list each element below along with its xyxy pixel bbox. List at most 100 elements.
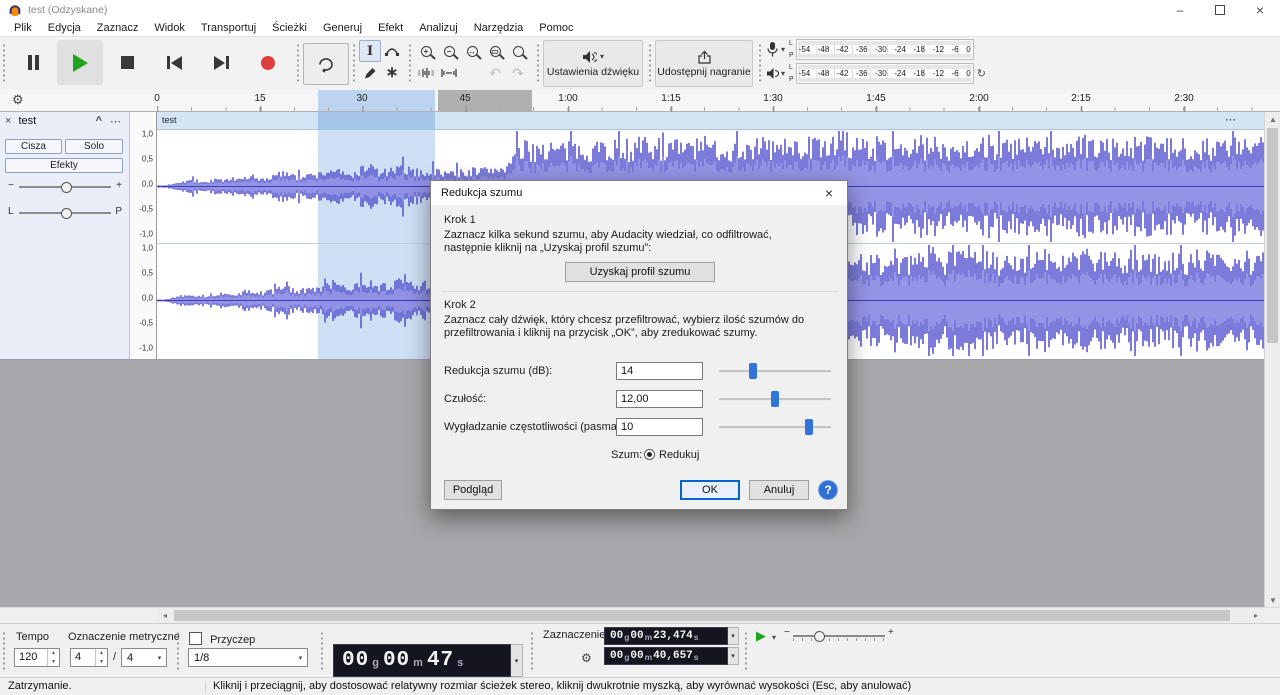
- skip-to-start-button[interactable]: [151, 40, 197, 85]
- selection-options-gear-icon[interactable]: ⚙: [581, 651, 592, 665]
- redo-button[interactable]: ↷: [507, 62, 529, 84]
- timeline-ruler[interactable]: ⚙ 0 15 30 45 1:00 1:15 1:30 1:45 2:00 2:…: [0, 90, 1280, 112]
- play-button[interactable]: [57, 40, 103, 85]
- chevron-down-icon[interactable]: ▾: [772, 633, 776, 642]
- playback-meter[interactable]: ▾ LP -54-48-42-36-30-24-18-12-60 ↻: [766, 63, 986, 84]
- sensitivity-input[interactable]: 12,00: [616, 390, 703, 408]
- tempo-input[interactable]: 120 ▲▼: [14, 648, 60, 667]
- tempo-spinner[interactable]: ▲▼: [47, 649, 59, 666]
- position-format-dropdown[interactable]: ▾: [511, 644, 523, 677]
- scroll-down-icon[interactable]: ▼: [1265, 593, 1280, 607]
- close-button[interactable]: ×: [1240, 0, 1280, 20]
- zoom-toggle-button[interactable]: [507, 40, 529, 62]
- dialog-close-button[interactable]: ×: [819, 183, 839, 203]
- edit-toolbar-grip[interactable]: [408, 43, 413, 83]
- menu-plik[interactable]: Plik: [6, 20, 40, 37]
- menu-transportuj[interactable]: Transportuj: [193, 20, 264, 37]
- menu-edycja[interactable]: Edycja: [40, 20, 89, 37]
- menu-zaznacz[interactable]: Zaznacz: [89, 20, 147, 37]
- reduce-radio-label[interactable]: Redukuj: [659, 449, 699, 461]
- selection-end-format-dropdown[interactable]: ▾: [728, 647, 739, 665]
- pause-button[interactable]: [10, 40, 56, 85]
- snap-checkbox[interactable]: [189, 632, 202, 645]
- reduce-radio[interactable]: [644, 449, 655, 460]
- zoom-out-button[interactable]: −: [438, 40, 460, 62]
- gain-slider-thumb[interactable]: [61, 182, 72, 193]
- skip-to-end-button[interactable]: [198, 40, 244, 85]
- vertical-scrollbar[interactable]: ▲ ▼: [1264, 112, 1280, 607]
- vertical-scale-ruler[interactable]: 1,0 0,5 0,0 -0,5 -1,0 1,0 0,5 0,0 -0,5 -…: [130, 112, 157, 360]
- play-at-speed-icon[interactable]: ▶: [756, 628, 766, 644]
- track-menu-icon[interactable]: ⋯: [110, 115, 121, 128]
- menu-generuj[interactable]: Generuj: [315, 20, 370, 37]
- selection-tool-button[interactable]: I: [359, 40, 381, 62]
- cancel-button[interactable]: Anuluj: [749, 480, 809, 500]
- sensitivity-slider[interactable]: [719, 390, 831, 408]
- audio-setup-button[interactable]: ▾ Ustawienia dźwięku: [543, 40, 643, 87]
- scroll-up-icon[interactable]: ▲: [1265, 112, 1280, 126]
- menu-efekt[interactable]: Efekt: [370, 20, 411, 37]
- time-signature-upper-spinner[interactable]: ▲▼: [95, 649, 107, 666]
- silence-audio-button[interactable]: [438, 62, 460, 84]
- noise-reduction-db-slider[interactable]: [719, 362, 831, 380]
- pan-slider[interactable]: L P: [0, 204, 130, 222]
- share-grip[interactable]: [648, 43, 653, 83]
- stop-button[interactable]: [104, 40, 150, 85]
- maximize-button[interactable]: [1200, 0, 1240, 20]
- audio-setup-grip[interactable]: [536, 43, 541, 83]
- bigtime-toolbar-grip[interactable]: [320, 631, 325, 671]
- snap-toolbar-grip[interactable]: [176, 631, 181, 671]
- track-name[interactable]: test: [18, 115, 36, 127]
- record-button[interactable]: [245, 40, 291, 85]
- menu-pomoc[interactable]: Pomoc: [531, 20, 581, 37]
- meter-refresh-icon[interactable]: ↻: [977, 67, 986, 80]
- help-button[interactable]: ?: [818, 480, 838, 500]
- dialog-title-bar[interactable]: Redukcja szumu: [431, 181, 847, 205]
- zoom-fit-button[interactable]: ▭: [484, 40, 506, 62]
- snap-interval-select[interactable]: 1/8 ▾: [188, 648, 308, 667]
- solo-button[interactable]: Solo: [65, 139, 123, 154]
- time-signature-upper-input[interactable]: 4 ▲▼: [70, 648, 108, 667]
- get-noise-profile-button[interactable]: Uzyskaj profil szumu: [565, 262, 715, 282]
- track-close-icon[interactable]: ×: [5, 115, 11, 127]
- play-speed-slider-thumb[interactable]: [814, 631, 825, 642]
- tools-toolbar-grip[interactable]: [352, 43, 357, 83]
- loop-toolbar-grip[interactable]: [296, 43, 301, 83]
- trim-audio-button[interactable]: [415, 62, 437, 84]
- share-audio-button[interactable]: Udostępnij nagranie: [655, 40, 753, 87]
- pan-slider-thumb[interactable]: [61, 208, 72, 219]
- clip-menu-icon[interactable]: ⋯: [1225, 113, 1236, 126]
- envelope-tool-button[interactable]: [381, 40, 403, 62]
- audio-position-display[interactable]: 00g00m47s ▾: [333, 644, 523, 677]
- effects-button[interactable]: Efekty: [5, 158, 123, 173]
- horizontal-scrollbar[interactable]: ◂ ▸: [157, 608, 1264, 623]
- sensitivity-slider-thumb[interactable]: [771, 391, 779, 407]
- mute-button[interactable]: Cisza: [5, 139, 62, 154]
- gain-slider[interactable]: − +: [0, 178, 130, 196]
- ruler-loop-region[interactable]: [438, 90, 533, 111]
- frequency-smoothing-slider[interactable]: [719, 418, 831, 436]
- frequency-smoothing-input[interactable]: 10: [616, 418, 703, 436]
- selection-toolbar-grip[interactable]: [530, 631, 535, 671]
- menu-sciezki[interactable]: Ścieżki: [264, 20, 315, 37]
- ok-button[interactable]: OK: [680, 480, 740, 500]
- selection-start-format-dropdown[interactable]: ▾: [728, 627, 739, 645]
- undo-button[interactable]: ↶: [484, 62, 506, 84]
- transport-toolbar-grip[interactable]: [2, 43, 7, 83]
- play-at-speed-grip[interactable]: [744, 631, 749, 671]
- time-toolbar-grip[interactable]: [2, 631, 7, 671]
- preview-button[interactable]: Podgląd: [444, 480, 502, 500]
- noise-reduction-db-input[interactable]: 14: [616, 362, 703, 380]
- vertical-scrollbar-thumb[interactable]: [1267, 128, 1278, 343]
- menu-narzedzia[interactable]: Narzędzia: [466, 20, 532, 37]
- meter-toolbar-grip[interactable]: [758, 43, 763, 83]
- menu-widok[interactable]: Widok: [146, 20, 193, 37]
- selection-end-display[interactable]: 00g00m40,657s ▾: [604, 647, 739, 665]
- snap-checkbox-row[interactable]: Przyczep: [189, 632, 255, 646]
- noise-reduction-db-slider-thumb[interactable]: [749, 363, 757, 379]
- horizontal-scrollbar-thumb[interactable]: [174, 610, 1230, 621]
- play-speed-slider-track[interactable]: [793, 635, 885, 637]
- time-signature-lower-select[interactable]: 4 ▾: [121, 648, 167, 667]
- multi-tool-button[interactable]: ∗: [381, 62, 403, 84]
- track-collapse-icon[interactable]: ^: [96, 115, 102, 127]
